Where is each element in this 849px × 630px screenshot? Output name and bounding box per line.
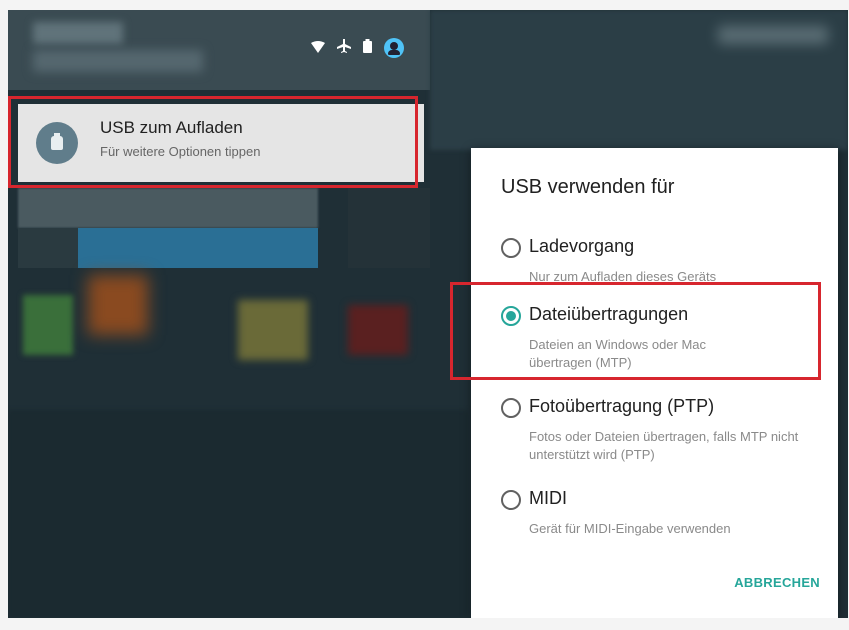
option-description: Nur zum Aufladen dieses Geräts	[529, 269, 717, 284]
usb-mode-dialog: USB verwenden für Ladevorgang Nur zum Au…	[471, 148, 838, 618]
blurred-background-tile	[348, 305, 408, 355]
dialog-title: USB verwenden für	[501, 176, 675, 198]
radio-button-selected[interactable]	[501, 306, 521, 326]
battery-icon	[363, 39, 372, 57]
notification-subtitle: Für weitere Optionen tippen	[100, 144, 261, 159]
account-icon[interactable]	[384, 38, 404, 58]
option-label: Ladevorgang	[529, 236, 635, 256]
wifi-icon	[311, 40, 325, 57]
blurred-background-tile	[88, 275, 148, 335]
option-description: Fotos oder Dateien übertragen, falls MTP…	[529, 429, 799, 462]
status-icons	[311, 38, 404, 58]
blurred-area	[430, 10, 848, 150]
phone-screen: USB zum Aufladen Für weitere Optionen ti…	[8, 10, 848, 618]
blurred-background-tile	[23, 295, 73, 355]
radio-button[interactable]	[501, 490, 521, 510]
blurred-background-tile	[238, 300, 308, 360]
notification-title: USB zum Aufladen	[100, 118, 243, 137]
blurred-background-tile	[18, 188, 318, 228]
option-label: Dateiübertragungen	[529, 304, 689, 324]
status-header	[8, 10, 430, 90]
blurred-background-tile	[8, 410, 468, 618]
radio-button[interactable]	[501, 238, 521, 258]
option-label: MIDI	[529, 488, 567, 508]
cancel-button[interactable]: ABBRECHEN	[734, 575, 820, 590]
blurred-background-tile	[78, 228, 318, 268]
radio-button[interactable]	[501, 398, 521, 418]
blurred-text	[33, 50, 203, 72]
blurred-background-tile	[18, 228, 78, 268]
usb-notification[interactable]: USB zum Aufladen Für weitere Optionen ti…	[18, 104, 424, 182]
option-description: Gerät für MIDI-Eingabe verwenden	[529, 521, 731, 536]
blurred-text	[718, 26, 828, 44]
option-description: Dateien an Windows oder Mac übertragen (…	[529, 337, 707, 370]
option-label: Fotoübertragung (PTP)	[529, 396, 715, 416]
android-usb-icon	[36, 122, 78, 164]
airplane-icon	[337, 39, 351, 57]
blurred-background-tile	[348, 188, 430, 268]
blurred-text	[33, 22, 123, 44]
